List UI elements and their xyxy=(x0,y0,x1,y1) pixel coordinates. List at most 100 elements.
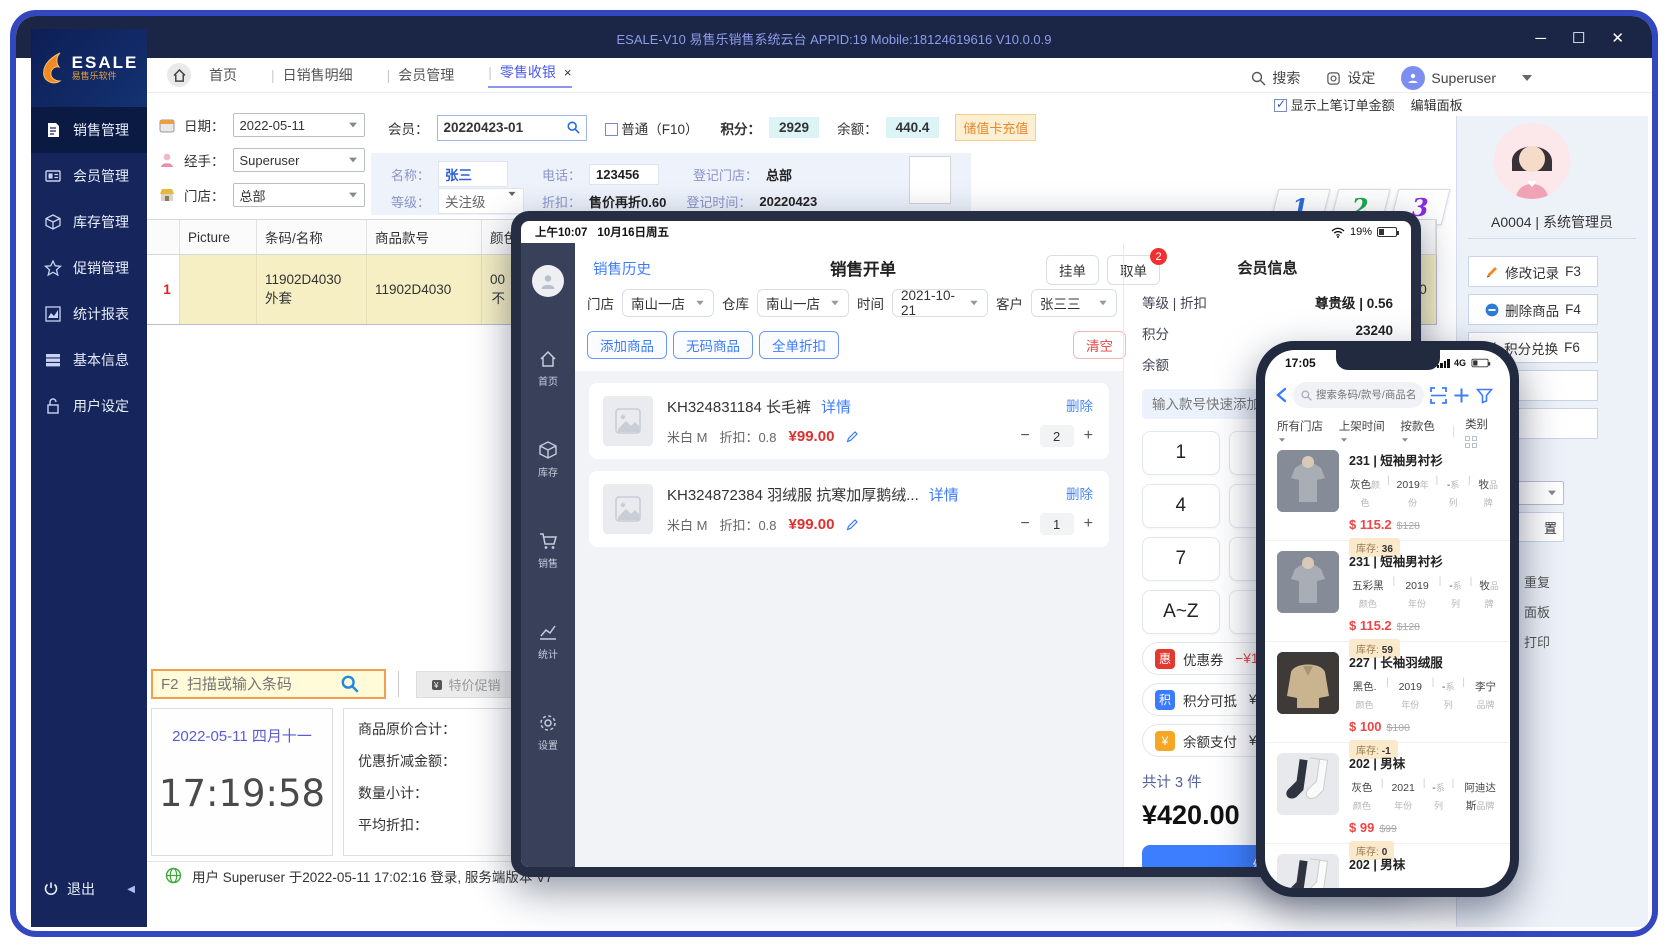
edge-label-repeat[interactable]: 重复 xyxy=(1524,572,1550,591)
delete-item-button[interactable]: 删除商品F4 xyxy=(1468,294,1598,325)
sidebar-item-members[interactable]: 会员管理 xyxy=(31,153,147,199)
modify-record-button[interactable]: 修改记录F3 xyxy=(1468,256,1598,287)
collapse-icon[interactable]: ◀ xyxy=(127,884,135,895)
cart-item[interactable]: KH324872384 羽绒服 抗寒加厚鹅绒...详情 米白 M折扣：0.8¥9… xyxy=(589,471,1109,547)
person-icon xyxy=(158,151,176,169)
scan-icon[interactable] xyxy=(1430,387,1447,404)
delete-item-link[interactable]: 删除 xyxy=(1066,483,1093,503)
detail-link[interactable]: 详情 xyxy=(929,487,959,504)
qty-minus[interactable]: − xyxy=(1020,515,1029,533)
sidebar-item-sales[interactable]: 销售管理 xyxy=(31,107,147,153)
search-icon xyxy=(567,121,580,134)
product-card[interactable]: 227 | 长袖羽绒服 黑色.颜色| 2019年份| -系列| 李宁品牌 $ 1… xyxy=(1265,642,1510,743)
tablet-nav-sales[interactable]: 销售 xyxy=(538,531,558,570)
phone-search-input[interactable] xyxy=(1316,389,1416,401)
store-select[interactable]: 总部 xyxy=(233,183,365,207)
tablet-warehouse-select[interactable]: 南山一店 xyxy=(757,289,849,317)
brand-name: ESALE xyxy=(72,53,139,72)
whole-order-discount-button[interactable]: 全单折扣 xyxy=(759,331,839,359)
tag-icon: ¥ xyxy=(431,679,443,691)
home-icon[interactable] xyxy=(167,63,191,87)
sidebar-item-reports[interactable]: 统计报表 xyxy=(31,291,147,337)
member-photo-box xyxy=(909,156,951,204)
settings-button[interactable]: 设定 xyxy=(1326,68,1375,88)
points-label: 积分： xyxy=(721,118,762,138)
tablet-nav-settings[interactable]: 设置 xyxy=(538,713,558,752)
filter-icon[interactable] xyxy=(1476,387,1493,404)
member-name-box[interactable]: 张三 xyxy=(438,161,508,187)
server-icon xyxy=(43,351,63,369)
normal-checkbox[interactable]: 普通（F10） xyxy=(605,118,699,138)
search-icon xyxy=(1301,390,1312,401)
edit-price-icon[interactable] xyxy=(846,518,859,531)
numpad-key[interactable]: 4 xyxy=(1142,484,1220,528)
tablet-time-select[interactable]: 2021-10-21 xyxy=(892,289,988,317)
qty-plus[interactable]: + xyxy=(1084,427,1093,445)
edge-label-panel[interactable]: 面板 xyxy=(1524,602,1550,621)
scan-field[interactable] xyxy=(151,669,386,699)
numpad-key[interactable]: 1 xyxy=(1142,431,1220,475)
product-card[interactable]: 231 | 短袖男衬衫 五彩黑颜色| 2019年份| -系列| 牧品牌 $ 11… xyxy=(1265,541,1510,642)
qty-plus[interactable]: + xyxy=(1084,515,1093,533)
edge-label-print[interactable]: 打印 xyxy=(1524,632,1550,651)
tablet-nav-home[interactable]: 首页 xyxy=(538,349,558,388)
product-image-tshirt xyxy=(1277,551,1339,613)
edit-price-icon[interactable] xyxy=(846,430,859,443)
sidebar-item-basic-info[interactable]: 基本信息 xyxy=(31,337,147,383)
minimize-icon[interactable]: ─ xyxy=(1535,32,1546,46)
sidebar-item-user-settings[interactable]: 用户设定 xyxy=(31,383,147,429)
tab-home[interactable]: 首页 xyxy=(209,65,237,85)
date-select[interactable]: 2022-05-11 xyxy=(233,113,365,137)
sidebar-exit[interactable]: 退出 ◀ xyxy=(43,879,135,899)
product-image-socks xyxy=(1277,854,1339,888)
maximize-icon[interactable]: ☐ xyxy=(1572,32,1585,46)
operator-select[interactable]: Superuser xyxy=(233,148,365,172)
delete-item-link[interactable]: 删除 xyxy=(1066,395,1093,415)
product-card[interactable]: 202 | 男袜 xyxy=(1265,844,1510,888)
tablet-avatar[interactable] xyxy=(532,265,564,297)
hold-order-button[interactable]: 挂单 xyxy=(1046,255,1099,285)
qty-value: 2 xyxy=(1040,425,1074,447)
sidebar-item-promotions[interactable]: 促销管理 xyxy=(31,245,147,291)
product-card[interactable]: 202 | 男袜 灰色颜色| 2021年份| -系列| 阿迪达斯品牌 $ 99$… xyxy=(1265,743,1510,844)
scan-input[interactable] xyxy=(161,676,341,693)
cart-item[interactable]: KH324831184 长毛裤详情 米白 M折扣：0.8¥99.00 删除 −2… xyxy=(589,383,1109,459)
add-product-button[interactable]: 添加商品 xyxy=(587,331,667,359)
member-level-select[interactable]: 关注级 xyxy=(438,188,524,214)
tablet-store-select[interactable]: 南山一店 xyxy=(622,289,714,317)
nocode-product-button[interactable]: 无码商品 xyxy=(673,331,753,359)
numpad-key[interactable]: A~Z xyxy=(1142,590,1220,634)
tab-retail-cashier[interactable]: |零售收银× xyxy=(488,62,571,88)
sidebar: 销售管理 会员管理 库存管理 促销管理 统计报表 基本信息 用户设定 退出 ◀ xyxy=(31,107,147,927)
points-value: 2929 xyxy=(769,117,819,138)
qty-minus[interactable]: − xyxy=(1020,427,1029,445)
edit-panel-link[interactable]: 编辑面板 xyxy=(1411,95,1463,114)
chevron-down-icon[interactable] xyxy=(1522,75,1532,81)
special-promo-button[interactable]: ¥ 特价促销 xyxy=(416,671,516,698)
search-button[interactable]: 搜索 xyxy=(1251,68,1300,88)
product-card[interactable]: 231 | 短袖男衬衫 灰色颜色| 2019年份| -系列| 牧品牌 $ 115… xyxy=(1265,440,1510,541)
member-input[interactable]: 20220423-01 xyxy=(437,115,587,141)
user-menu[interactable]: Superuser xyxy=(1401,66,1496,90)
member-phone-box[interactable]: 123456 xyxy=(589,164,659,185)
tablet-customer-select[interactable]: 张三三 xyxy=(1031,289,1117,317)
tab-member-mgmt[interactable]: |会员管理 xyxy=(387,65,455,85)
tab-close-icon[interactable]: × xyxy=(564,65,572,80)
show-last-order-checkbox[interactable]: 显示上笔订单金额 xyxy=(1274,95,1395,114)
plus-icon[interactable] xyxy=(1453,387,1470,404)
image-placeholder-icon xyxy=(603,484,653,534)
recharge-button[interactable]: 储值卡充值 xyxy=(955,114,1036,141)
numpad-key[interactable]: 7 xyxy=(1142,537,1220,581)
sales-history-link[interactable]: 销售历史 xyxy=(593,258,651,279)
tablet-nav-inventory[interactable]: 库存 xyxy=(538,440,558,479)
sidebar-item-inventory[interactable]: 库存管理 xyxy=(31,199,147,245)
tab-daily-sales[interactable]: |日销售明细 xyxy=(271,65,353,85)
id-card-icon xyxy=(43,167,63,185)
image-placeholder-icon xyxy=(603,396,653,446)
back-chevron-icon[interactable] xyxy=(1275,387,1287,403)
close-icon[interactable]: ✕ xyxy=(1611,32,1624,46)
detail-link[interactable]: 详情 xyxy=(821,399,851,416)
phone-search-field[interactable] xyxy=(1293,382,1424,408)
tablet-nav-stats[interactable]: 统计 xyxy=(538,622,558,661)
clear-button[interactable]: 清空 xyxy=(1073,331,1126,359)
